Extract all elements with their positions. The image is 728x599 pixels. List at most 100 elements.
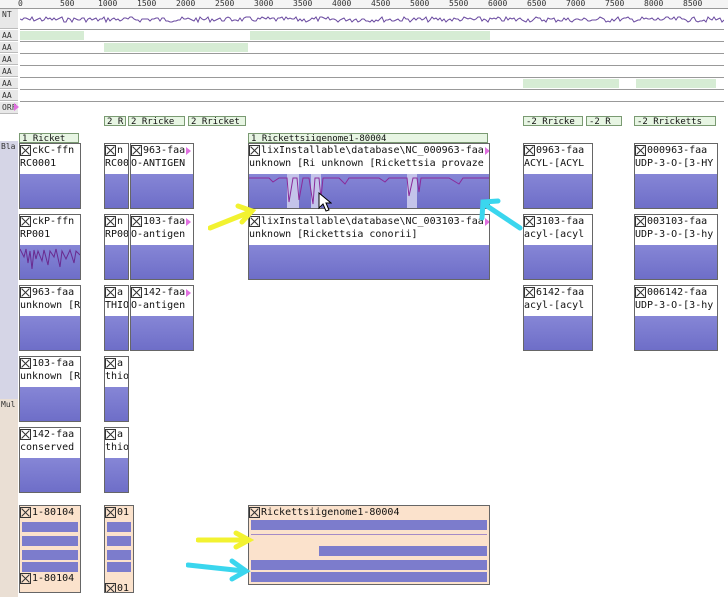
close-icon[interactable] bbox=[524, 287, 535, 298]
close-icon[interactable] bbox=[524, 216, 535, 227]
close-icon[interactable] bbox=[131, 287, 142, 298]
score-track bbox=[524, 174, 592, 208]
panel-subtitle: unknown [Rickettsia conorii] bbox=[249, 228, 489, 241]
expand-arrow-icon[interactable] bbox=[186, 146, 192, 155]
close-icon[interactable] bbox=[635, 145, 646, 156]
cyan-annotation-arrow-icon bbox=[479, 198, 523, 231]
panel-subtitle: unknown [Ri unknown [Rickettsia provaze bbox=[249, 157, 489, 170]
score-track bbox=[249, 245, 489, 279]
blast-hit-panel[interactable]: 103-faa O-antigen bbox=[130, 214, 194, 280]
close-icon[interactable] bbox=[249, 145, 260, 156]
close-icon[interactable] bbox=[105, 507, 116, 518]
ruler-tick: 0 bbox=[18, 0, 23, 8]
aa-frame-track[interactable] bbox=[20, 42, 724, 54]
blast-hit-panel[interactable]: 142-faa conserved bbox=[19, 427, 81, 493]
orf-box[interactable]: 2 R bbox=[104, 116, 126, 126]
blast-hit-panel[interactable]: ckP-ffn RP001 bbox=[19, 214, 81, 280]
blast-hit-panel[interactable]: 003103-faa UDP-3-O-[3-hy bbox=[634, 214, 718, 280]
blast-hit-panel-large[interactable]: lixInstallable\database\NC_003103-faa un… bbox=[248, 214, 490, 280]
close-icon[interactable] bbox=[105, 287, 116, 298]
panel-title: 6142-faa bbox=[536, 287, 585, 298]
panel-title: 3103-faa bbox=[536, 216, 585, 227]
row-label-aa: AA bbox=[0, 42, 18, 53]
close-icon[interactable] bbox=[20, 507, 31, 518]
close-icon[interactable] bbox=[524, 145, 535, 156]
blast-hit-panel[interactable]: a thio bbox=[104, 356, 129, 422]
orf-box[interactable]: 2 Rricke bbox=[128, 116, 185, 126]
aa-frame-track[interactable] bbox=[20, 66, 724, 78]
orf-arrow-icon bbox=[14, 103, 19, 111]
aa-frame-track[interactable] bbox=[20, 30, 724, 42]
blast-hit-panel[interactable]: 6142-faa acyl-[acyl bbox=[523, 285, 593, 351]
panel-subtitle: thio bbox=[105, 441, 128, 454]
panel-title: Rickettsiigenome1-80004 bbox=[261, 507, 400, 518]
yellow-annotation-arrow-icon bbox=[196, 530, 254, 550]
blast-hit-panel[interactable]: a thio bbox=[104, 427, 129, 493]
multi-alignment-panel[interactable]: 1-80104 1-80104 bbox=[19, 505, 81, 593]
blast-hit-panel[interactable]: a THIO bbox=[104, 285, 129, 351]
panel-title: 000963-faa bbox=[647, 145, 708, 156]
close-icon[interactable] bbox=[105, 216, 116, 227]
ruler-tick: 5500 bbox=[449, 0, 469, 8]
close-icon[interactable] bbox=[131, 216, 142, 227]
close-icon[interactable] bbox=[20, 573, 31, 584]
blast-hit-panel[interactable]: 142-faa O-antigen bbox=[130, 285, 194, 351]
panel-subtitle: unknown [R bbox=[20, 370, 80, 383]
panel-subtitle: acyl-[acyl bbox=[524, 299, 592, 312]
panel-subtitle: acyl-[acyl bbox=[524, 228, 592, 241]
orf-box[interactable]: 1 Ricket bbox=[19, 133, 79, 143]
blast-hit-panel[interactable]: 000963-faa UDP-3-O-[3-HY bbox=[634, 143, 718, 209]
orf-box[interactable]: -2 R bbox=[586, 116, 622, 126]
expand-arrow-icon[interactable] bbox=[484, 146, 489, 155]
aa-frame-track[interactable] bbox=[20, 54, 724, 66]
close-icon[interactable] bbox=[635, 287, 646, 298]
close-icon[interactable] bbox=[635, 216, 646, 227]
blast-hit-panel[interactable]: 0963-faa ACYL-[ACYL bbox=[523, 143, 593, 209]
blast-hit-panel[interactable]: 103-faa unknown [R bbox=[19, 356, 81, 422]
blast-hit-panel[interactable]: 3103-faa acyl-[acyl bbox=[523, 214, 593, 280]
blast-hit-panel[interactable]: 006142-faa UDP-3-O-[3-hy bbox=[634, 285, 718, 351]
blast-hit-panel-large[interactable]: lixInstallable\database\NC_000963-faa un… bbox=[248, 143, 490, 209]
multi-alignment-panel[interactable]: 01 01 bbox=[104, 505, 134, 593]
blast-hit-panel[interactable]: 963-faa O-ANTIGEN bbox=[130, 143, 194, 209]
expand-arrow-icon[interactable] bbox=[186, 217, 192, 226]
aa-frame-track[interactable] bbox=[20, 90, 724, 102]
multi-sidebar: Mul bbox=[0, 399, 18, 597]
score-track bbox=[131, 316, 193, 350]
close-icon[interactable] bbox=[20, 287, 31, 298]
close-icon[interactable] bbox=[249, 507, 260, 518]
close-icon[interactable] bbox=[105, 358, 116, 369]
panel-title: 103-faa bbox=[32, 358, 75, 369]
blast-hit-panel[interactable]: n RC00 bbox=[104, 143, 129, 209]
score-track bbox=[131, 245, 193, 279]
expand-arrow-icon[interactable] bbox=[186, 288, 192, 297]
close-icon[interactable] bbox=[105, 145, 116, 156]
blast-hit-panel[interactable]: 963-faa unknown [R bbox=[19, 285, 81, 351]
close-icon[interactable] bbox=[131, 145, 142, 156]
score-track bbox=[524, 316, 592, 350]
multi-alignment-panel-large[interactable]: Rickettsiigenome1-80004 bbox=[248, 505, 490, 585]
orf-box[interactable]: 1 Rickettsiigenome1-80004 bbox=[248, 133, 488, 143]
orf-box[interactable]: -2 Rricketts bbox=[634, 116, 716, 126]
ruler-tick: 3000 bbox=[254, 0, 274, 8]
aa-frame-track[interactable] bbox=[20, 78, 724, 90]
panel-title: lixInstallable\database\NC_000963-faa bbox=[261, 145, 484, 156]
close-icon[interactable] bbox=[105, 583, 116, 592]
score-track bbox=[20, 245, 80, 279]
close-icon[interactable] bbox=[105, 429, 116, 440]
blast-hit-panel[interactable]: ckC-ffn RC0001 bbox=[19, 143, 81, 209]
panel-subtitle: RP00 bbox=[105, 228, 128, 241]
close-icon[interactable] bbox=[20, 429, 31, 440]
aa-highlight bbox=[523, 79, 619, 88]
ruler-tick: 1000 bbox=[98, 0, 118, 8]
close-icon[interactable] bbox=[20, 358, 31, 369]
orf-box[interactable]: 2 Rricket bbox=[188, 116, 246, 126]
close-icon[interactable] bbox=[20, 145, 31, 156]
row-label-aa: AA bbox=[0, 30, 18, 41]
panel-title: n bbox=[117, 216, 124, 227]
close-icon[interactable] bbox=[20, 216, 31, 227]
nucleotide-track[interactable] bbox=[19, 9, 725, 30]
orf-box[interactable]: -2 Rricke bbox=[523, 116, 583, 126]
position-ruler[interactable]: 0 500 1000 1500 2000 2500 3000 3500 4000… bbox=[0, 0, 728, 9]
blast-hit-panel[interactable]: n RP00 bbox=[104, 214, 129, 280]
